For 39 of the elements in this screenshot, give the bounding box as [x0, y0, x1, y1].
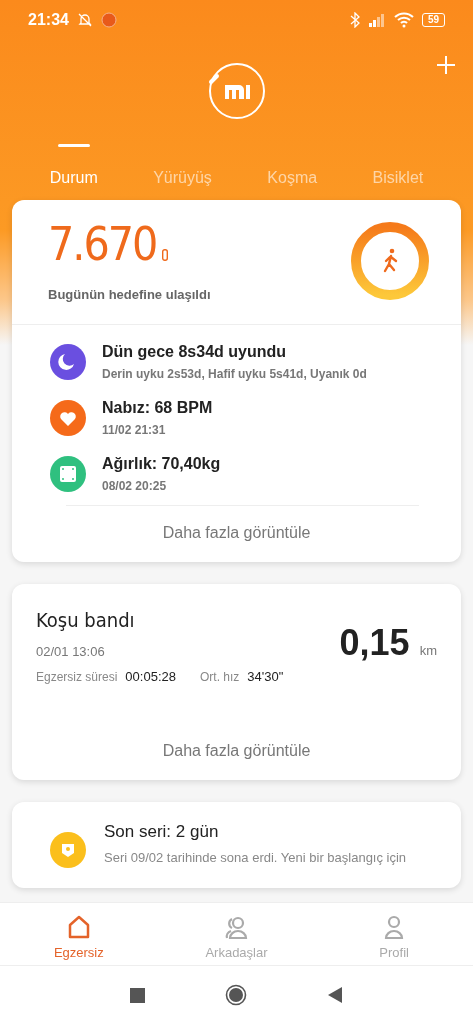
tab[interactable]: Koşma	[261, 142, 324, 200]
workout-date: 02/01 13:06	[36, 644, 106, 659]
metric-title: Ağırlık: 70,40kg	[102, 455, 221, 473]
pace-value: 34'30"	[247, 669, 284, 684]
tab[interactable]: Yürüyüş	[147, 142, 218, 200]
clock-time: 21:34	[28, 11, 69, 29]
streak-title: Son seri: 2 gün	[104, 822, 220, 842]
more-link[interactable]: Daha fazla görüntüle	[12, 724, 461, 780]
bluetooth-icon	[349, 12, 360, 28]
duration-value: 00:05:28	[125, 669, 176, 684]
wifi-icon	[393, 12, 414, 28]
workout-title: Koşu bandı	[36, 608, 136, 632]
tab[interactable]: Durum	[43, 142, 104, 200]
metric-title: Dün gece 8s34d uyundu	[102, 343, 288, 361]
streak-detail: Seri 09/02 tarihinde sona erdi. Yeni bir başlangıç için	[104, 850, 407, 865]
step-count: 7.670	[48, 220, 157, 267]
metric-detail: 11/02 21:31	[102, 423, 167, 437]
distance-value: 0,15	[339, 622, 410, 664]
nav-item[interactable]: Egzersiz	[18, 903, 139, 965]
duration-label: Egzersiz süresi	[36, 670, 118, 684]
metric-detail: 08/02 20:25	[102, 479, 168, 493]
pace-label: Ort. hız	[199, 670, 240, 684]
metric-detail: Derin uyku 2s53d, Hafif uyku 5s41d, Uyanık 0d	[102, 367, 367, 381]
nav-item[interactable]: Arkadaşlar	[176, 903, 297, 965]
goal-caption: Bugünün hedefine ulaşıldı	[48, 286, 211, 302]
app-icon	[100, 12, 117, 28]
footprint-icon	[162, 248, 169, 261]
nav-item[interactable]: Profil	[334, 903, 455, 965]
back-button[interactable]	[327, 986, 343, 1004]
home-button[interactable]	[225, 984, 247, 1006]
muted-bell-icon	[76, 12, 93, 28]
more-link[interactable]: Daha fazla görüntüle	[12, 506, 461, 562]
battery-level: 59	[421, 13, 445, 27]
badge-icon	[50, 832, 86, 868]
recents-button[interactable]	[130, 987, 145, 1003]
metric-title: Nabız: 68 BPM	[102, 399, 213, 417]
tab[interactable]: Bisiklet	[366, 142, 430, 200]
distance-unit: km	[419, 643, 437, 658]
signal-icon	[367, 13, 386, 27]
